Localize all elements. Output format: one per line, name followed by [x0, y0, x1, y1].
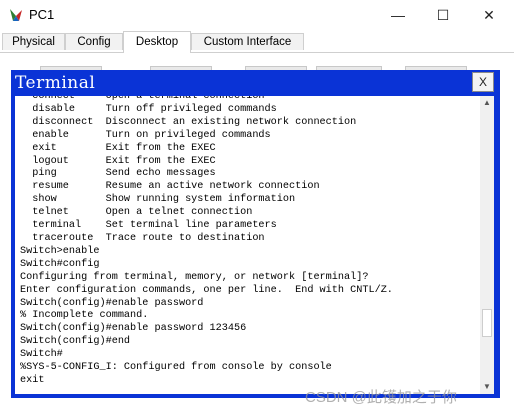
scroll-up-icon[interactable]: ▲: [480, 96, 494, 110]
tab-config[interactable]: Config: [65, 33, 123, 50]
tab-physical[interactable]: Physical: [2, 33, 65, 50]
terminal-close-button[interactable]: X: [472, 72, 494, 92]
title-bar: PC1 — ☐ ✕: [0, 0, 514, 31]
tab-desktop[interactable]: Desktop: [123, 31, 191, 53]
terminal-output: connect Open a terminal connection disab…: [20, 96, 393, 386]
scroll-down-icon[interactable]: ▼: [480, 380, 494, 394]
maximize-button[interactable]: ☐: [420, 0, 466, 31]
terminal-output-area[interactable]: connect Open a terminal connection disab…: [15, 96, 480, 394]
pc-app-icon: [10, 9, 22, 21]
terminal-scrollbar[interactable]: ▲ ▼: [480, 96, 494, 394]
minimize-button[interactable]: —: [375, 0, 421, 31]
scrollbar-thumb[interactable]: [482, 309, 492, 337]
close-button[interactable]: ✕: [466, 0, 512, 31]
watermark: CSDN @此镬加之于你: [305, 389, 457, 406]
terminal-title: Terminal: [15, 73, 96, 93]
tab-bar: Physical Config Desktop Custom Interface: [0, 31, 514, 53]
tab-custom-interface[interactable]: Custom Interface: [191, 33, 304, 50]
window-title: PC1: [29, 7, 55, 22]
pc1-window: PC1 — ☐ ✕ Physical Config Desktop Custom…: [0, 0, 514, 418]
